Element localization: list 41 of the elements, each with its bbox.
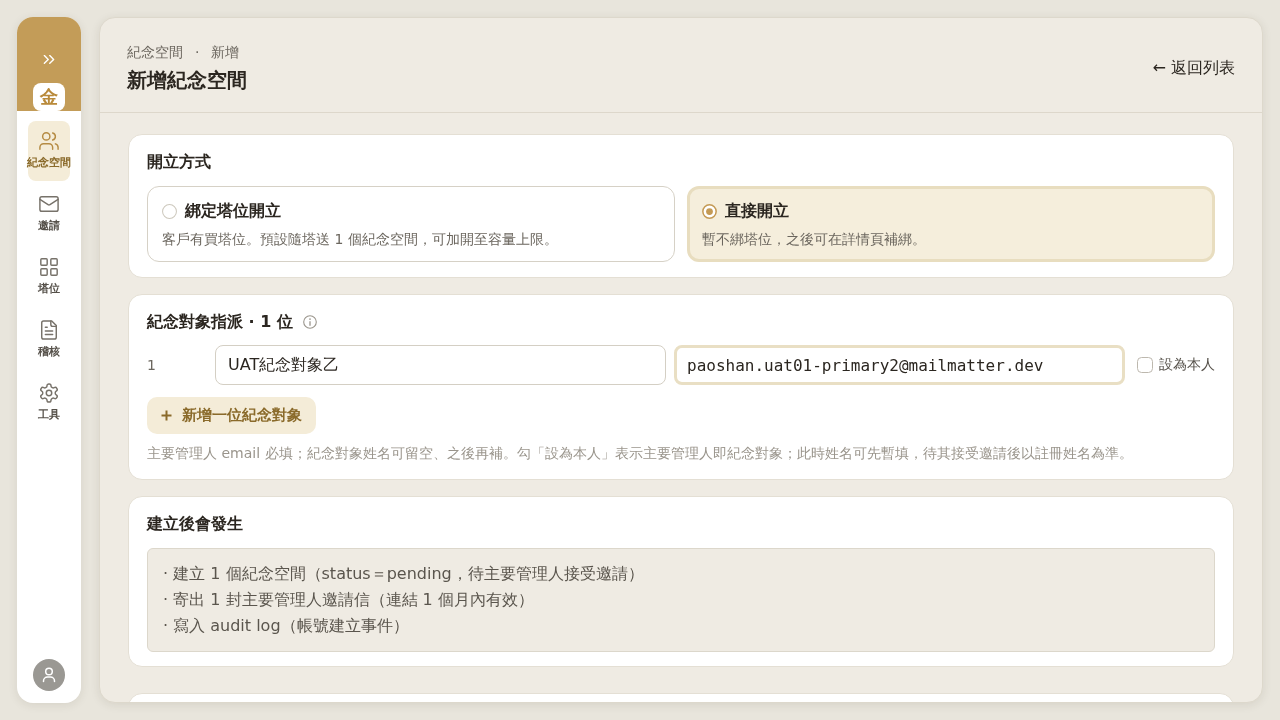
nav-item[interactable]: 邀請: [28, 184, 70, 244]
option-title: 綁定塔位開立: [185, 200, 281, 222]
checkbox[interactable]: [1137, 357, 1153, 373]
chevrons-right-icon[interactable]: [43, 55, 55, 64]
radio-button[interactable]: [162, 203, 177, 219]
name-field[interactable]: UAT紀念對象乙: [215, 345, 666, 385]
radio-button[interactable]: [702, 203, 717, 219]
option-title: 直接開立: [725, 200, 789, 222]
avatar-icon[interactable]: [33, 659, 65, 691]
document-icon: [39, 320, 59, 340]
nav-item[interactable]: 紀念空間: [28, 121, 70, 181]
summary-line: · 寫入 audit log（帳號建立事件）: [163, 615, 410, 637]
option-card[interactable]: 綁定塔位開立 客戶有買塔位。預設隨塔送 1 個紀念空間，可加開至容量上限。: [147, 186, 675, 262]
nav-item[interactable]: 工具: [28, 373, 70, 433]
add-person-button[interactable]: 新增一位紀念對象: [147, 397, 316, 434]
section-title: 紀念對象指派 · 1 位: [147, 311, 293, 333]
option-description: 暫不綁塔位，之後可在詳情頁補綁。: [702, 230, 927, 249]
breadcrumb-current: 新增: [211, 43, 240, 62]
summary-line: · 寄出 1 封主要管理人邀請信（連結 1 個月內有效）: [163, 589, 535, 611]
option-description: 客戶有買塔位。預設隨塔送 1 個紀念空間，可加開至容量上限。: [162, 230, 559, 249]
section-title: 開立方式: [147, 151, 212, 173]
checkbox-label[interactable]: 設為本人: [1159, 356, 1215, 374]
section-title: 建立後會發生: [147, 513, 244, 535]
page-title: 新增紀念空間: [127, 67, 247, 94]
logo: 金: [33, 82, 65, 111]
summary-line: · 建立 1 個紀念空間（status＝pending，待主要管理人接受邀請）: [163, 563, 645, 585]
mail-icon: [39, 194, 59, 214]
nav-item[interactable]: 稽核: [28, 310, 70, 370]
option-card[interactable]: 直接開立 暫不綁塔位，之後可在詳情頁補綁。: [687, 186, 1215, 262]
back-link[interactable]: ← 返回列表: [1152, 57, 1235, 79]
email-field[interactable]: paoshan.uat01-primary2@mailmatter.dev: [674, 345, 1125, 385]
nav-item[interactable]: 塔位: [28, 247, 70, 307]
breadcrumb-link[interactable]: 紀念空間: [127, 42, 183, 62]
breadcrumb-separator: ·: [195, 43, 200, 62]
plus-icon: [161, 410, 172, 421]
info-icon[interactable]: [302, 315, 317, 329]
row-number: 1: [147, 357, 157, 373]
hint-text: 主要管理人 email 必填；紀念對象姓名可留空、之後再補。勾「設為本人」表示主要管理人即紀念對象；此時姓名可先暫填，待其接受邀請後以註冊姓名為準。: [147, 444, 1134, 463]
users-icon: [39, 131, 59, 151]
settings-icon: [39, 383, 59, 403]
grid-icon: [39, 257, 59, 277]
